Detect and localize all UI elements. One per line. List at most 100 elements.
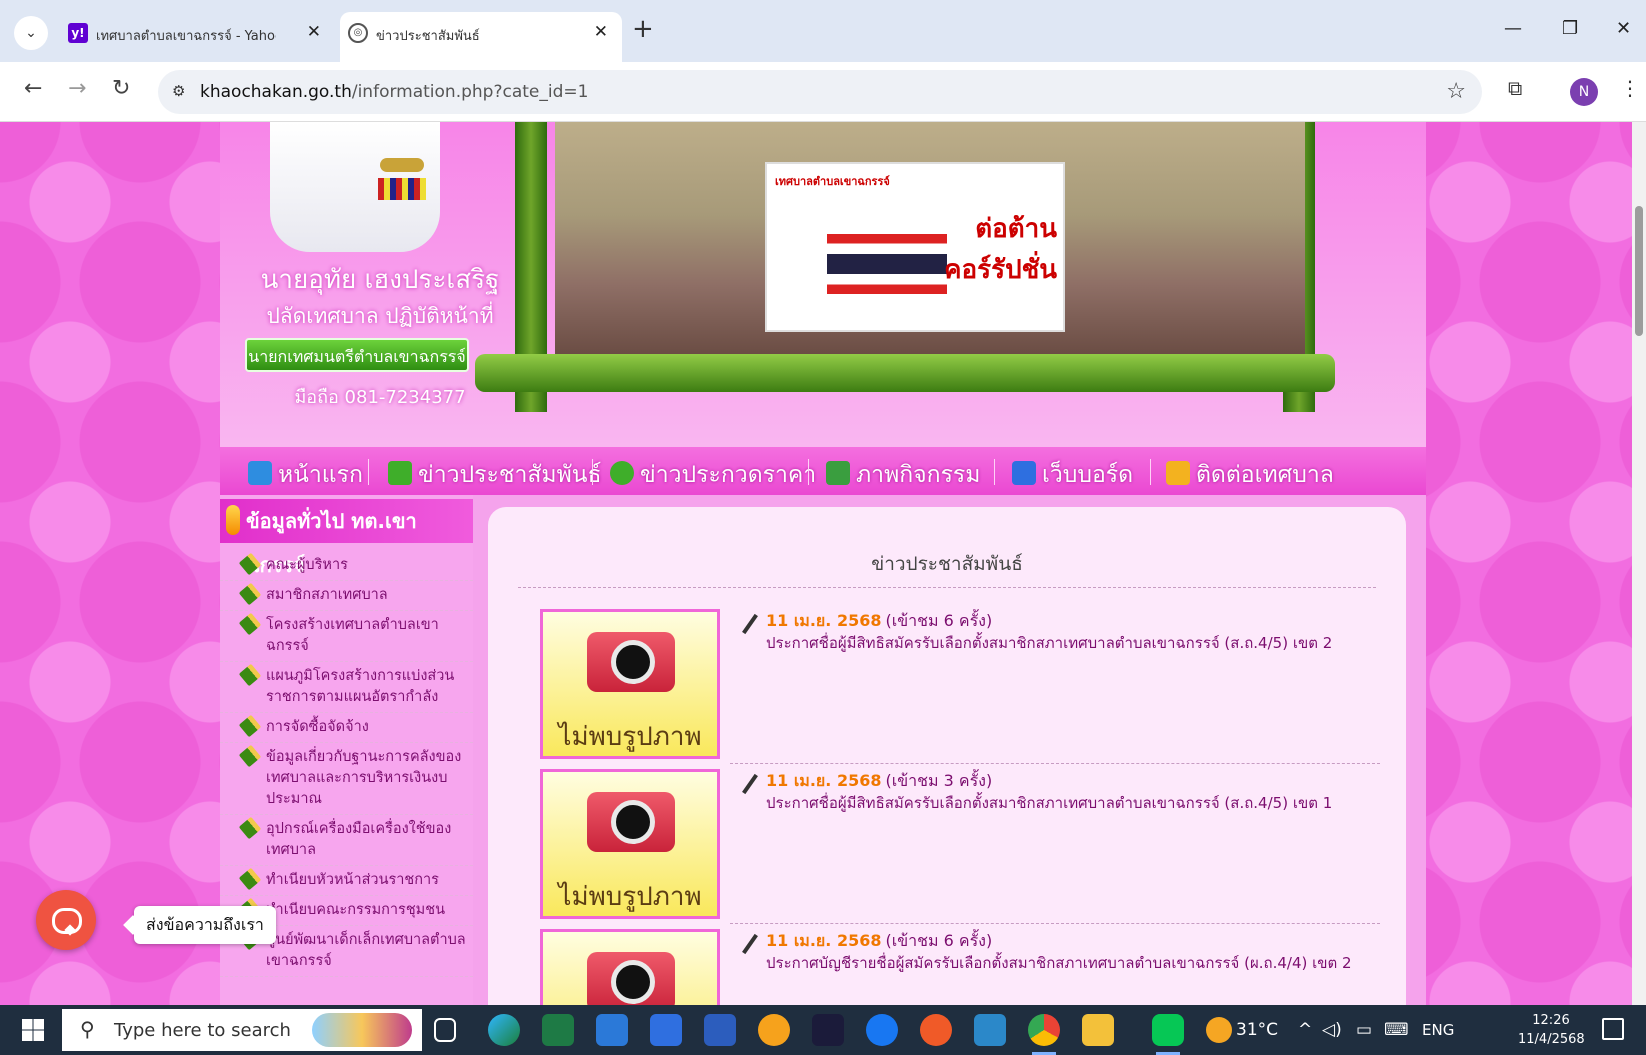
close-tab-icon[interactable]: ✕ (307, 22, 321, 42)
pencil-icon (388, 461, 412, 485)
yahoo-favicon-icon: y! (68, 23, 88, 43)
menu-home[interactable]: หน้าแรก (248, 457, 363, 493)
store-icon[interactable] (650, 1014, 682, 1046)
page-container: นายอุทัย เฮงประเสริฐ ปลัดเทศบาล ปฏิบัติห… (220, 122, 1426, 1005)
new-tab-button[interactable]: + (632, 14, 654, 44)
chat-tooltip[interactable]: ส่งข้อความถึงเรา (134, 906, 276, 944)
notification-icon[interactable] (1602, 1018, 1624, 1040)
app-icon-orange[interactable] (758, 1014, 790, 1046)
news-link[interactable]: ประกาศชื่อผู้มีสิทธิสมัครรับเลือกตั้งสมา… (766, 631, 1332, 655)
url-text[interactable]: khaochakan.go.th/information.php?cate_id… (200, 82, 588, 102)
close-tab-icon[interactable]: ✕ (594, 22, 608, 42)
word-icon[interactable] (704, 1014, 736, 1046)
edge-icon[interactable] (488, 1014, 520, 1046)
facebook-icon[interactable] (866, 1014, 898, 1046)
search-highlight-image (312, 1013, 412, 1047)
bookmark-star-icon[interactable]: ☆ (1446, 79, 1466, 104)
home-icon (248, 461, 272, 485)
input-language[interactable]: ENG (1422, 1021, 1454, 1039)
search-placeholder: Type here to search (114, 1020, 291, 1041)
site-header: นายอุทัย เฮงประเสริฐ ปลัดเทศบาล ปฏิบัติห… (220, 122, 1426, 447)
tab-search-button[interactable]: ⌄ (14, 16, 48, 50)
camera-icon (587, 792, 675, 852)
weather-icon[interactable] (1206, 1017, 1232, 1043)
officer-position: ปลัดเทศบาล ปฏิบัติหน้าที่ (266, 304, 494, 328)
task-view-icon[interactable] (434, 1018, 456, 1042)
menu-activities[interactable]: ภาพกิจกรรม (826, 457, 980, 493)
menu-news[interactable]: ข่าวประชาสัมพันธ์ (388, 457, 602, 493)
windows-taskbar: ⚲ Type here to search 31°C ^ ◁) ▭ ⌨ ENG … (0, 1005, 1646, 1055)
sidebar-item-structure[interactable]: โครงสร้างเทศบาลตำบลเขาฉกรรจ์ (220, 611, 473, 662)
photos-icon[interactable] (974, 1014, 1006, 1046)
chat-button[interactable] (36, 890, 96, 950)
content-panel: ข่าวประชาสัมพันธ์ ไม่พบรูปภาพ 11 เม.ย. 2… (488, 507, 1406, 1005)
pencil-icon (740, 933, 762, 955)
site-info-icon[interactable]: ⚙ (172, 82, 185, 100)
app-icon-infinity[interactable] (812, 1014, 844, 1046)
main-menu: หน้าแรก ข่าวประชาสัมพันธ์ ข่าวประกวดราคา… (220, 447, 1426, 495)
camera-icon (587, 632, 675, 692)
browser-menu-icon[interactable]: ⋮ (1620, 76, 1640, 100)
news-views: (เข้าชม 3 ครั้ง) (885, 771, 993, 790)
sidebar-item-finance[interactable]: ข้อมูลเกี่ยวกับฐานะการคลังของเทศบาลและกา… (220, 743, 473, 815)
news-thumbnail[interactable]: ไม่พบรูปภาพ (540, 609, 720, 759)
tab-title: เทศบาลตำบลเขาฉกรรจ์ - Yahoo ร (96, 29, 276, 44)
profile-avatar[interactable]: N (1570, 78, 1598, 106)
volume-icon[interactable]: ◁) (1322, 1020, 1342, 1040)
page-title: ข่าวประชาสัมพันธ์ (871, 553, 1023, 575)
officer-badge: นายกเทศมนตรีตำบลเขาฉกรรจ์ (245, 338, 469, 372)
chrome-icon[interactable] (1028, 1014, 1060, 1055)
taskbar-clock[interactable]: 12:26 11/4/2568 (1518, 1011, 1585, 1049)
pencil-icon (238, 552, 262, 576)
close-window-button[interactable]: ✕ (1616, 18, 1631, 39)
sidebar-item-org-chart[interactable]: แผนภูมิโครงสร้างการแบ่งส่วนราชการตามแผนอ… (220, 662, 473, 713)
pencil-icon (238, 744, 262, 768)
scrollbar-thumb[interactable] (1635, 206, 1643, 336)
extensions-icon[interactable]: ⧉ (1508, 76, 1522, 100)
tray-overflow-icon[interactable]: ^ (1298, 1020, 1312, 1040)
forward-button[interactable]: → (68, 76, 86, 101)
bamboo-beam (475, 354, 1335, 392)
weather-temperature[interactable]: 31°C (1236, 1020, 1278, 1040)
menu-contact[interactable]: ติดต่อเทศบาล (1166, 457, 1334, 493)
reload-button[interactable]: ↻ (112, 76, 130, 101)
news-thumbnail[interactable]: ไม่พบรูปภาพ (540, 769, 720, 919)
address-bar[interactable]: ⚙ khaochakan.go.th/information.php?cate_… (158, 70, 1482, 114)
officer-photo (270, 122, 440, 252)
file-explorer-icon[interactable] (1082, 1014, 1114, 1046)
mail-app-icon[interactable] (596, 1014, 628, 1046)
sidebar-item-executives[interactable]: คณะผู้บริหาร (220, 551, 473, 581)
sidebar-item-procurement[interactable]: การจัดซื้อจัดจ้าง (220, 713, 473, 743)
anti-corruption-group-photo: เทศบาลตำบลเขาฉกรรจ์ ต่อต้าน คอร์รัปชั่น (555, 122, 1305, 354)
sidebar-item-equipment[interactable]: อุปกรณ์เครื่องมือเครื่องใช้ของเทศบาล (220, 815, 473, 866)
back-button[interactable]: ← (24, 76, 42, 101)
news-item: ไม่พบรูปภาพ 11 เม.ย. 2568 (เข้าชม 3 ครั้ง… (540, 769, 1380, 929)
tab-active-news[interactable]: ◎ ข่าวประชาสัมพันธ์ ✕ (340, 12, 622, 62)
flame-icon (226, 505, 240, 535)
menu-bidding[interactable]: ข่าวประกวดราคา (610, 457, 816, 493)
news-thumbnail[interactable] (540, 929, 720, 1005)
excel-icon[interactable] (542, 1014, 574, 1046)
keyboard-icon[interactable]: ⌨ (1384, 1020, 1409, 1040)
sidebar-item-council[interactable]: สมาชิกสภาเทศบาล (220, 581, 473, 611)
anti-corruption-banner: เทศบาลตำบลเขาฉกรรจ์ ต่อต้าน คอร์รัปชั่น (765, 162, 1065, 332)
sidebar-header: ข้อมูลทั่วไป ทต.เขาฉกรรจ์ (220, 499, 473, 577)
windows-start-icon[interactable] (22, 1019, 44, 1041)
officer-phone: มือถือ 081-7234377 (294, 387, 466, 408)
minimize-button[interactable]: — (1504, 18, 1522, 39)
tab-yahoo[interactable]: y! เทศบาลตำบลเขาฉกรรจ์ - Yahoo ร ✕ (60, 12, 335, 62)
pencil-icon (740, 773, 762, 795)
restore-button[interactable]: ❐ (1562, 18, 1578, 39)
pencil-icon (238, 816, 262, 840)
officer-name: นายอุทัย เฮงประเสริฐ (260, 265, 500, 295)
taskbar-search-input[interactable]: ⚲ Type here to search (62, 1009, 422, 1051)
page-scrollbar[interactable] (1632, 122, 1646, 1005)
network-icon[interactable]: ▭ (1356, 1020, 1372, 1040)
sidebar-item-department-heads[interactable]: ทำเนียบหัวหน้าส่วนราชการ (220, 866, 473, 896)
news-link[interactable]: ประกาศชื่อผู้มีสิทธิสมัครรับเลือกตั้งสมา… (766, 791, 1332, 815)
news-link[interactable]: ประกาศบัญชีรายชื่อผู้สมัครรับเลือกตั้งสม… (766, 951, 1352, 975)
menu-webboard[interactable]: เว็บบอร์ด (1012, 457, 1133, 493)
line-icon[interactable] (1152, 1014, 1184, 1055)
app-icon-red[interactable] (920, 1014, 952, 1046)
mail-icon (1166, 461, 1190, 485)
